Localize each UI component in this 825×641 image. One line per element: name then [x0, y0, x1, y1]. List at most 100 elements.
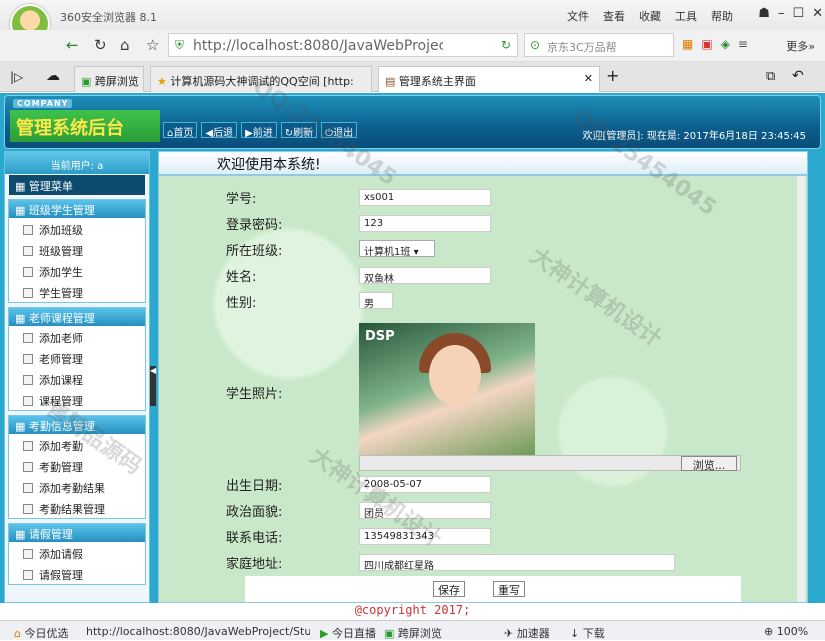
password-field[interactable]: 123 [359, 215, 491, 232]
menu-view[interactable]: 查看 [603, 8, 625, 24]
sidebar-item-add-leave[interactable]: 添加请假 [9, 542, 145, 563]
sidebar-item-add-teacher[interactable]: 添加老师 [9, 326, 145, 347]
tab-close-icon[interactable]: ✕ [584, 72, 593, 85]
address-field[interactable]: 四川成都红星路 [359, 554, 675, 571]
footer-copyright: @copyright 2017; [0, 603, 825, 620]
status-download[interactable]: ↓ 下载 [570, 625, 605, 641]
logout-button[interactable]: ⏻退出 [321, 122, 358, 139]
group-head[interactable]: ▦ 班级学生管理 [9, 200, 145, 218]
company-badge: COMPANY [13, 99, 73, 108]
browse-button[interactable]: 浏览... [681, 456, 737, 472]
reload-icon[interactable]: ↻ [94, 36, 107, 54]
content-header: 欢迎使用本系统! [158, 151, 808, 175]
sidebar-collapse-handle[interactable]: ◀ [150, 366, 156, 406]
shield-ext-icon[interactable]: ▣ [701, 37, 712, 51]
home-button[interactable]: ⌂首页 [163, 122, 198, 139]
gender-select[interactable]: 男 [359, 292, 393, 309]
sidebar-item-leave-manage[interactable]: 请假管理 [9, 563, 145, 584]
sidebar-item-add-course[interactable]: 添加课程 [9, 368, 145, 389]
group-head[interactable]: ▦ 考勤信息管理 [9, 416, 145, 434]
maximize-icon[interactable]: ☐ [792, 6, 804, 21]
group-head[interactable]: ▦ 请假管理 [9, 524, 145, 542]
sidebar: 当前用户: a ▦ 管理菜单 ▦ 班级学生管理 添加班级 班级管理 添加学生 学… [4, 151, 150, 603]
wallet-icon[interactable]: ◈ [721, 37, 730, 51]
status-bar: ⌂ 今日优选 http://localhost:8080/JavaWebProj… [0, 620, 825, 640]
folder-icon: ▦ [15, 528, 26, 541]
dropdown-arrow-icon: ▾ [413, 247, 419, 257]
refresh-icon[interactable]: ↻ [501, 38, 511, 52]
play-icon: ▶ [320, 627, 329, 640]
status-cross[interactable]: ▣ 跨屏浏览 [384, 625, 442, 641]
password-label: 登录密码: [226, 218, 283, 233]
photo-watermark: DSP [365, 329, 395, 344]
menu-tools[interactable]: 工具 [675, 8, 697, 24]
folder-icon: ▦ [15, 312, 26, 325]
sidebar-item-attendance-result-manage[interactable]: 考勤结果管理 [9, 497, 145, 518]
reset-button[interactable]: 重写 [493, 581, 525, 597]
menu-help[interactable]: 帮助 [711, 8, 733, 24]
refresh-button[interactable]: ↻刷新 [280, 122, 318, 139]
student-id-label: 学号: [226, 192, 257, 207]
scrollbar[interactable] [797, 176, 805, 602]
birthday-label: 出生日期: [226, 479, 283, 494]
more-link[interactable]: 更多» [786, 38, 815, 54]
minimize-icon[interactable]: – [778, 6, 785, 21]
status-today-pick[interactable]: ⌂ 今日优选 [14, 625, 68, 641]
grid-icon: ▦ [15, 180, 26, 193]
sidebar-item-add-attendance[interactable]: 添加考勤 [9, 434, 145, 455]
tab-cross-screen[interactable]: ▣ 跨屏浏览 [74, 66, 144, 92]
menu-file[interactable]: 文件 [567, 8, 589, 24]
sidebar-item-teacher-manage[interactable]: 老师管理 [9, 347, 145, 368]
sidebar-toggle-icon[interactable]: |▷ [10, 70, 23, 84]
cross-screen-icon: ▣ [81, 75, 92, 88]
sidebar-item-add-student[interactable]: 添加学生 [9, 260, 145, 281]
gender-label: 性别: [226, 296, 257, 311]
group-leave: ▦ 请假管理 添加请假 请假管理 [8, 523, 146, 585]
zoom-icon: ⊕ [764, 625, 774, 638]
apps-icon[interactable]: ▦ [682, 37, 693, 51]
skin-icon[interactable]: ☗ [758, 6, 770, 21]
url-field[interactable]: ⛨ http://localhost:8080/JavaWebProject/l… [168, 33, 518, 57]
sidebar-item-course-manage[interactable]: 课程管理 [9, 389, 145, 410]
group-head[interactable]: ▦ 老师课程管理 [9, 308, 145, 326]
sidebar-item-class-manage[interactable]: 班级管理 [9, 239, 145, 260]
page-icon: ▤ [385, 75, 396, 88]
save-button[interactable]: 保存 [433, 581, 465, 597]
new-tab-icon[interactable]: + [606, 66, 619, 85]
shield-icon: ⛨ [175, 38, 185, 52]
menu-icon[interactable]: ≡ [738, 37, 748, 51]
status-live[interactable]: ▶ 今日直播 [320, 625, 376, 641]
photo-label: 学生照片: [226, 387, 283, 402]
politics-field[interactable]: 团员 [359, 502, 491, 519]
group-teacher-course: ▦ 老师课程管理 添加老师 老师管理 添加课程 课程管理 [8, 307, 146, 411]
tab-main[interactable]: ▤ 管理系统主界面 ✕ [378, 66, 600, 92]
search-field[interactable]: ⊙ 京东3C万品帮 [524, 33, 674, 57]
status-zoom[interactable]: ⊕ 100% [764, 625, 808, 638]
sidebar-item-student-manage[interactable]: 学生管理 [9, 281, 145, 302]
restore-tabs-icon[interactable]: ⧉ [766, 69, 775, 84]
student-photo: DSP [359, 323, 535, 455]
birthday-field[interactable]: 2008-05-07 [359, 476, 491, 493]
cloud-icon[interactable]: ☁ [46, 68, 60, 84]
tab-qq-space[interactable]: ★ 计算机源码大神调试的QQ空间 [http: [150, 66, 372, 92]
sidebar-item-attendance-manage[interactable]: 考勤管理 [9, 455, 145, 476]
back-icon[interactable]: ← [66, 36, 79, 54]
forward-button[interactable]: ▶前进 [241, 122, 277, 139]
name-field[interactable]: 双鱼林 [359, 267, 491, 284]
folder-icon: ▦ [15, 420, 26, 433]
back-button[interactable]: ◀后退 [201, 122, 238, 139]
name-label: 姓名: [226, 270, 257, 285]
undo-icon[interactable]: ↶ [792, 68, 804, 84]
close-icon[interactable]: ✕ [812, 6, 823, 21]
sidebar-item-add-attendance-result[interactable]: 添加考勤结果 [9, 476, 145, 497]
sidebar-item-add-class[interactable]: 添加班级 [9, 218, 145, 239]
phone-field[interactable]: 13549831343 [359, 528, 491, 545]
class-select[interactable]: 计算机1班 ▾ [359, 240, 435, 257]
status-accelerator[interactable]: ✈ 加速器 [504, 625, 550, 641]
home-icon[interactable]: ⌂ [120, 36, 130, 54]
download-icon: ↓ [570, 627, 580, 640]
menu-favorites[interactable]: 收藏 [639, 8, 661, 24]
star-icon[interactable]: ☆ [146, 36, 159, 54]
qq-star-icon: ★ [157, 75, 167, 88]
student-id-field[interactable]: xs001 [359, 189, 491, 206]
